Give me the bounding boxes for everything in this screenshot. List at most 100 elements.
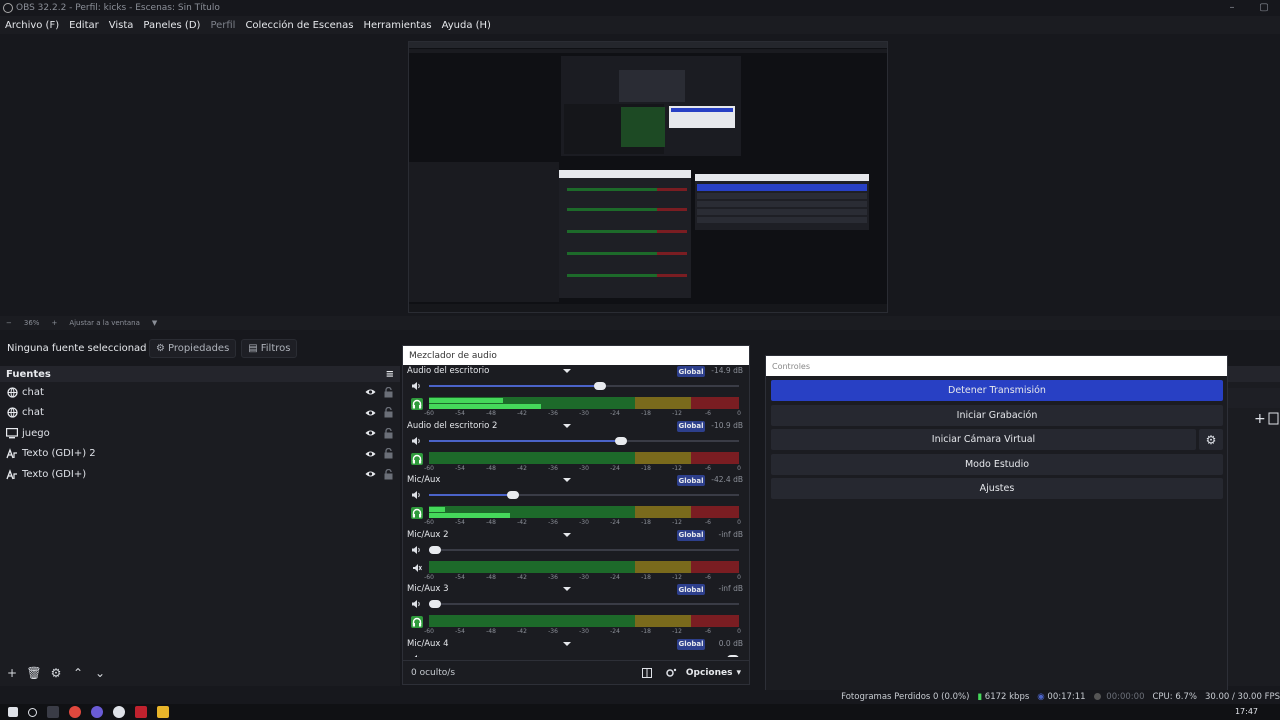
lock-icon[interactable] (382, 407, 394, 419)
headphones-icon[interactable] (411, 452, 423, 465)
volume-knob[interactable] (593, 382, 606, 390)
lock-icon[interactable] (382, 386, 394, 398)
volume-slider[interactable] (429, 436, 739, 445)
eye-icon[interactable] (364, 468, 376, 480)
maximize-icon[interactable]: ▢ (1248, 0, 1280, 16)
meter-scale-label: -42 (517, 410, 527, 417)
menu-item[interactable]: Perfil (210, 20, 235, 31)
arrow-down-icon[interactable]: ⌄ (92, 665, 108, 681)
speaker-icon[interactable] (411, 436, 421, 446)
volume-slider[interactable] (429, 491, 739, 499)
start-icon[interactable] (8, 707, 18, 717)
speaker-icon[interactable] (411, 381, 421, 391)
mixer-settings-icon[interactable] (662, 666, 680, 680)
volume-knob[interactable] (726, 654, 739, 657)
headphones-icon[interactable] (411, 616, 423, 628)
global-badge: Global (677, 475, 705, 486)
volume-slider[interactable] (429, 545, 739, 554)
gear-icon[interactable]: ⚙ (48, 665, 64, 681)
speaker-icon[interactable] (411, 545, 421, 555)
speaker-icon[interactable] (411, 654, 421, 657)
speaker-muted-icon[interactable] (411, 562, 423, 574)
filters-button[interactable]: ▤ Filtros (241, 338, 298, 358)
control-button[interactable]: Iniciar Grabación (771, 404, 1223, 426)
add-icon[interactable]: + (4, 665, 20, 681)
channel-header: Mic/Aux 4 Global 0.0 dB (407, 638, 743, 651)
chevron-down-icon[interactable]: ▼ (152, 319, 157, 327)
source-name: Texto (GDI+) (22, 468, 87, 480)
menu-item[interactable]: Herramientas (363, 20, 431, 31)
control-button[interactable]: Modo Estudio (771, 453, 1223, 475)
right-dock-controls: + (1228, 366, 1280, 427)
arrow-up-icon[interactable]: ⌃ (70, 665, 86, 681)
mixer-channel: Mic/Aux 2 Global -inf dB -60 -54 -48 -42 -36 -30… (403, 529, 745, 584)
program-preview[interactable] (408, 41, 888, 313)
channel-name: Audio del escritorio 2 (407, 420, 498, 431)
volume-knob[interactable] (429, 600, 442, 608)
options-button[interactable]: Opciones ▾ (686, 668, 741, 678)
eye-icon[interactable] (364, 386, 376, 398)
source-item[interactable]: Texto (GDI+) 2 (0, 444, 400, 465)
source-item[interactable]: Texto (GDI+) (0, 464, 400, 485)
volume-knob[interactable] (615, 436, 628, 445)
eye-icon[interactable] (364, 407, 376, 419)
status-bar: Fotogramas Perdidos 0 (0.0%) ▮ 6172 kbps… (0, 690, 1280, 704)
eye-icon[interactable] (364, 448, 376, 460)
app-icon[interactable] (135, 706, 147, 718)
menu-item[interactable]: Colección de Escenas (245, 20, 353, 31)
headphones-icon[interactable] (411, 507, 423, 519)
source-item[interactable]: chat (0, 382, 400, 403)
meter-scale-label: -12 (672, 573, 682, 581)
lock-icon[interactable] (382, 448, 394, 460)
layout-toggle-icon[interactable] (638, 666, 656, 680)
virtual-camera-settings-button[interactable]: ⚙ (1199, 429, 1223, 450)
volume-slider[interactable] (429, 382, 739, 390)
app-icon[interactable] (47, 706, 59, 718)
zoom-in-button[interactable]: + (51, 319, 57, 327)
chevron-down-icon[interactable] (563, 587, 571, 591)
chevron-down-icon[interactable] (563, 423, 571, 428)
menu-item[interactable]: Editar (69, 20, 99, 31)
control-button[interactable]: Detener Transmisión (771, 380, 1223, 401)
stream-icon: ◉ (1037, 692, 1045, 702)
chevron-down-icon[interactable] (563, 369, 571, 373)
eye-icon[interactable] (364, 427, 376, 439)
menu-bar: Archivo (F) Editar Vista Paneles (D) Perfil C… (0, 16, 1280, 34)
menu-item[interactable]: Ayuda (H) (442, 20, 491, 31)
minimize-icon[interactable]: – (1216, 0, 1248, 16)
app-icon[interactable] (91, 706, 103, 718)
app-icon[interactable] (69, 706, 81, 718)
dock-menu-icon[interactable]: ≡ (386, 369, 394, 380)
app-icon[interactable] (157, 706, 169, 718)
chevron-down-icon[interactable] (563, 532, 571, 537)
fit-window-button[interactable]: Ajustar a la ventana (69, 319, 140, 327)
volume-row (407, 653, 743, 657)
chevron-down-icon[interactable] (563, 641, 571, 646)
volume-knob[interactable] (506, 491, 519, 499)
speaker-icon[interactable] (411, 490, 421, 500)
volume-knob[interactable] (429, 545, 442, 554)
trash-icon[interactable]: 🗑 (26, 665, 42, 681)
app-icon[interactable] (113, 706, 125, 718)
text-icon (6, 448, 18, 460)
menu-item[interactable]: Archivo (F) (5, 20, 59, 31)
search-icon[interactable] (28, 707, 37, 717)
sources-header: Fuentes ≡ (0, 366, 400, 382)
speaker-icon[interactable] (411, 599, 421, 609)
lock-icon[interactable] (382, 468, 394, 480)
menu-item[interactable]: Paneles (D) (143, 20, 200, 31)
menu-item[interactable]: Vista (109, 20, 134, 31)
control-button[interactable]: Iniciar Cámara Virtual (771, 429, 1196, 450)
source-item[interactable]: juego (0, 423, 400, 444)
chevron-down-icon[interactable] (563, 478, 571, 482)
headphones-icon[interactable] (411, 398, 423, 410)
meter-scale: -60 -54 -48 -42 -36 -30 -24 -18 -12 -6 0 (424, 573, 741, 582)
channel-db: -inf dB (718, 584, 743, 593)
volume-slider[interactable] (429, 600, 739, 608)
control-button[interactable]: Ajustes (771, 478, 1223, 499)
meter-scale-label: -18 (641, 519, 651, 526)
properties-button[interactable]: ⚙ Propiedades (149, 338, 237, 358)
lock-icon[interactable] (382, 427, 394, 439)
zoom-out-button[interactable]: − (6, 319, 12, 327)
source-item[interactable]: chat (0, 403, 400, 424)
